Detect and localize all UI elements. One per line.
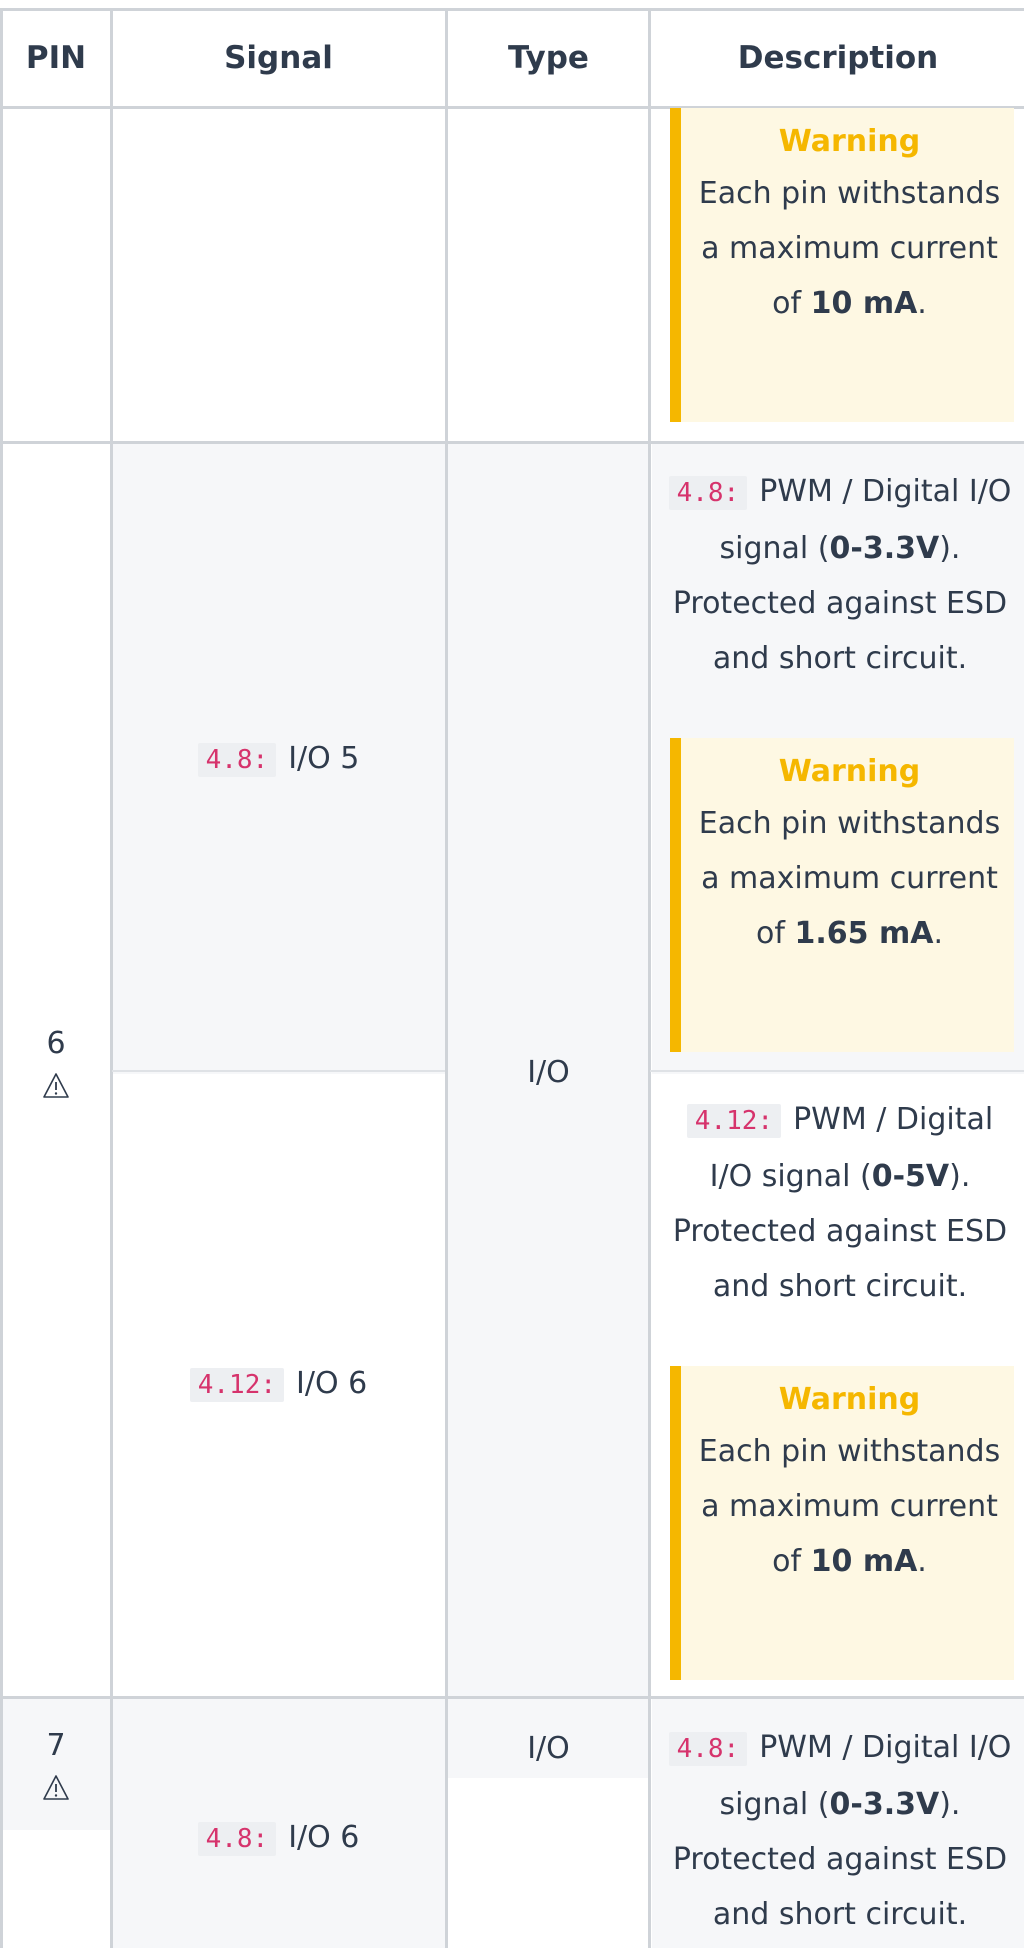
row7-signal: 4.8: I/O 6	[112, 1810, 445, 1866]
header-pin: PIN	[25, 40, 87, 76]
row6-type: I/O	[527, 1054, 570, 1090]
warning-title: Warning	[778, 754, 921, 789]
warning-callout: Warning Each pin withstands a maximum cu…	[670, 738, 1014, 1052]
header-type: Type	[508, 40, 589, 76]
signal-name: I/O 6	[288, 1819, 360, 1855]
row6-desc-v412: 4.12: PWM / Digital I/O signal (0-5V). Pr…	[672, 1102, 1008, 1304]
row6-signal-v48: 4.8: I/O 5	[112, 444, 445, 1074]
warning-title: Warning	[778, 124, 921, 159]
row6-pin: 6	[0, 1020, 112, 1100]
header-description: Description	[737, 40, 939, 76]
grid-line	[650, 1070, 1024, 1072]
row7-desc: 4.8: PWM / Digital I/O signal (0-3.3V). P…	[664, 1720, 1016, 1942]
grid-line	[0, 1696, 1024, 1699]
row7-pin: 7	[0, 1722, 112, 1802]
warning-title: Warning	[778, 1382, 921, 1417]
version-code: 4.8:	[197, 1821, 277, 1856]
grid-line	[648, 10, 651, 1948]
row6-desc-v48: 4.8: PWM / Digital I/O signal (0-3.3V). P…	[664, 464, 1016, 686]
version-code: 4.12:	[686, 1104, 782, 1138]
warning-triangle-icon	[43, 1775, 69, 1800]
signal-name: I/O 6	[296, 1365, 368, 1401]
warning-value: 10 mA	[810, 286, 918, 321]
signal-name: I/O 5	[288, 740, 360, 776]
version-code: 4.8:	[668, 476, 748, 510]
warning-value: 1.65 mA	[794, 916, 934, 951]
header-signal: Signal	[224, 40, 333, 76]
grid-line	[445, 10, 448, 1948]
pin-number: 7	[46, 1728, 66, 1763]
pin-number: 6	[46, 1026, 66, 1061]
warning-callout: Warning Each pin withstands a maximum cu…	[670, 1366, 1014, 1680]
grid-line	[0, 10, 3, 1948]
row7-type: I/O	[527, 1730, 570, 1766]
pinout-table: PIN Signal Type Description Warning Each…	[0, 0, 1024, 1948]
row6-signal-v412: 4.12: I/O 6	[112, 1072, 445, 1696]
version-code: 4.12:	[189, 1367, 285, 1402]
version-code: 4.8:	[668, 1732, 748, 1766]
warning-value: 10 mA	[810, 1544, 918, 1579]
warning-triangle-icon	[43, 1073, 69, 1098]
version-code: 4.8:	[197, 742, 277, 777]
warning-callout: Warning Each pin withstands a maximum cu…	[670, 108, 1014, 422]
